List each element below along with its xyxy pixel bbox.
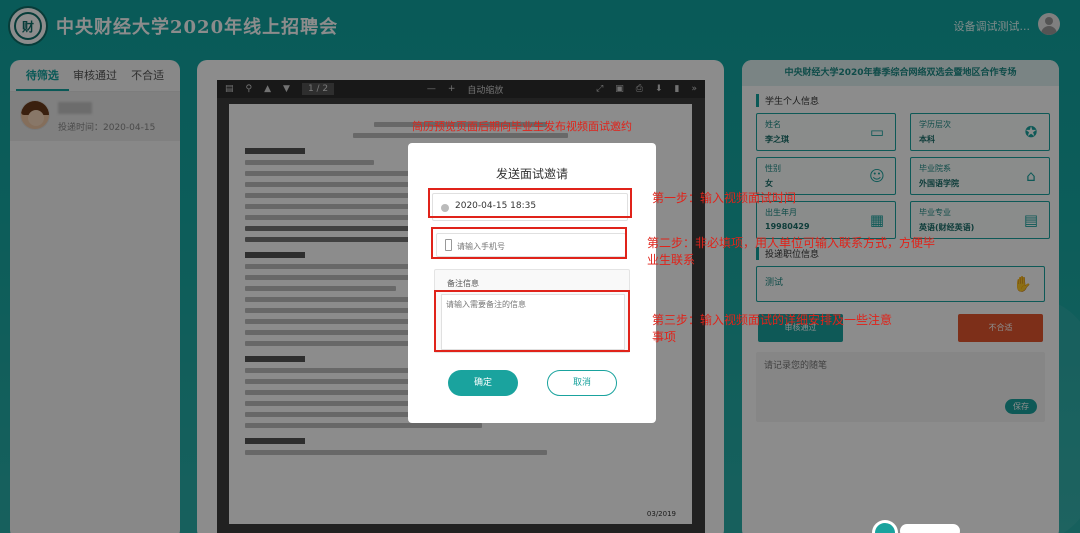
annotation-box-step2 <box>431 227 627 259</box>
annotation-step2: 第二步：非必填项，用人单位可输入联系方式，方便毕业生联系 <box>647 236 936 267</box>
annotation-step3: 第三步：输入视频面试的详细安排及一些注意事项 <box>652 313 893 344</box>
interview-invite-modal: 发送面试邀请 2020-04-15 18:35 备注信息 确定 取消 <box>408 143 656 423</box>
confirm-button[interactable]: 确定 <box>448 370 518 396</box>
notes-label: 备注信息 <box>447 279 479 288</box>
annotation-step1: 第一步：输入视频面试时间 <box>652 191 797 205</box>
cancel-button[interactable]: 取消 <box>547 370 617 396</box>
annotation-top: 简历预览页面后期向毕业生发布视频面试邀约 <box>412 120 632 133</box>
modal-title: 发送面试邀请 <box>495 167 568 181</box>
annotation-box-step3 <box>434 290 630 352</box>
annotation-box-step1 <box>428 188 632 218</box>
floating-help-label[interactable] <box>900 524 960 533</box>
